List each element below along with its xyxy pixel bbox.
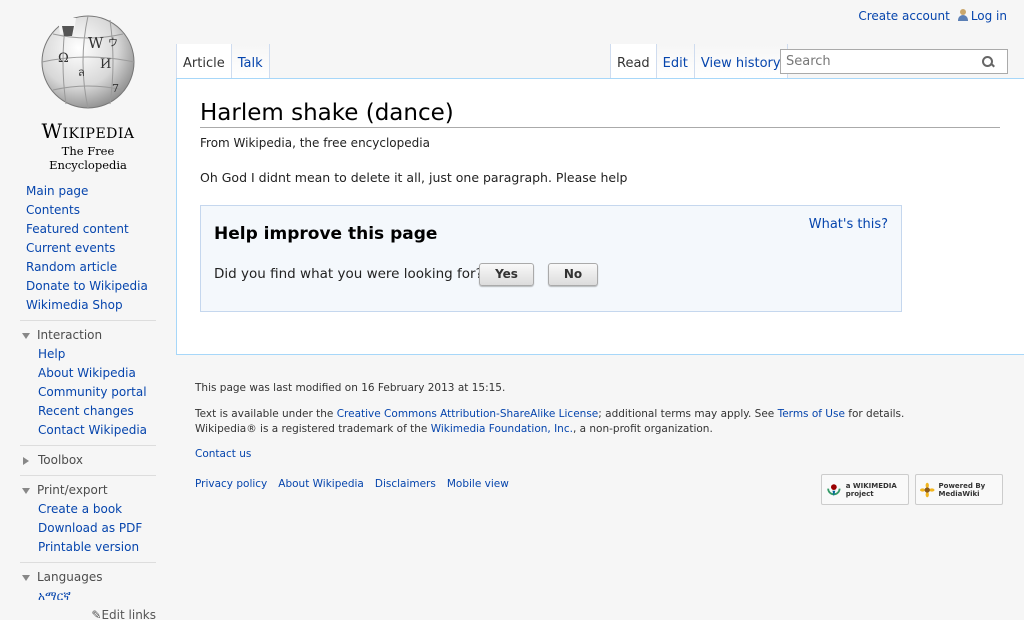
nav-main-page[interactable]: Main page — [20, 182, 156, 201]
toolbox-heading[interactable]: Toolbox — [20, 451, 156, 470]
feedback-yes-button[interactable]: Yes — [479, 263, 534, 286]
license-text: Text is available under the Creative Com… — [195, 408, 905, 420]
svg-text:Ω: Ω — [58, 51, 69, 66]
nav-printable-version[interactable]: Printable version — [20, 538, 156, 557]
login-link[interactable]: Log in — [971, 9, 1007, 23]
tab-read[interactable]: Read — [610, 44, 657, 79]
sidebar: Main page Contents Featured content Curr… — [20, 182, 156, 620]
tab-edit[interactable]: Edit — [656, 44, 695, 79]
nav-help[interactable]: Help — [20, 345, 156, 364]
last-modified-text: This page was last modified on 16 Februa… — [195, 382, 506, 394]
feedback-question: Did you find what you were looking for? — [214, 266, 483, 282]
interaction-heading[interactable]: Interaction — [20, 326, 156, 345]
namespace-tabs: Article Talk — [176, 44, 270, 79]
interaction-portal: Interaction Help About Wikipedia Communi… — [20, 320, 156, 440]
puzzle-globe-icon: W Ω И ウ 7 ล — [41, 15, 135, 109]
nav-contents[interactable]: Contents — [20, 201, 156, 220]
tab-talk[interactable]: Talk — [231, 44, 270, 79]
svg-text:ล: ล — [78, 66, 85, 79]
disclaimers-link[interactable]: Disclaimers — [375, 478, 436, 490]
toolbox-portal: Toolbox — [20, 445, 156, 470]
svg-text:W: W — [88, 34, 104, 52]
pencil-icon: ✎ — [91, 608, 102, 620]
wikimedia-logo-icon — [827, 483, 841, 496]
terms-of-use-link[interactable]: Terms of Use — [778, 408, 845, 420]
nav-download-pdf[interactable]: Download as PDF — [20, 519, 156, 538]
edit-links-button[interactable]: ✎Edit links — [20, 608, 156, 620]
whats-this-link[interactable]: What's this? — [809, 217, 888, 232]
wikimedia-foundation-link[interactable]: Wikimedia Foundation, Inc. — [431, 423, 573, 435]
collapse-arrow-icon — [22, 487, 30, 494]
wikimedia-project-badge[interactable]: a WIKIMEDIA project — [821, 474, 909, 505]
mediawiki-badge-text: Powered By MediaWiki — [938, 481, 986, 498]
site-subtitle: From Wikipedia, the free encyclopedia — [200, 136, 430, 150]
mediawiki-sunflower-icon — [920, 482, 935, 497]
contact-us-link[interactable]: Contact us — [195, 448, 251, 460]
page-title: Harlem shake (dance) — [200, 100, 1000, 128]
tab-view-history[interactable]: View history — [694, 44, 788, 79]
nav-community-portal[interactable]: Community portal — [20, 383, 156, 402]
languages-heading[interactable]: Languages — [20, 568, 156, 587]
collapse-arrow-icon — [22, 574, 30, 581]
nav-donate[interactable]: Donate to Wikipedia — [20, 277, 156, 296]
nav-featured-content[interactable]: Featured content — [20, 220, 156, 239]
print-export-heading[interactable]: Print/export — [20, 481, 156, 500]
nav-random-article[interactable]: Random article — [20, 258, 156, 277]
privacy-policy-link[interactable]: Privacy policy — [195, 478, 267, 490]
nav-current-events[interactable]: Current events — [20, 239, 156, 258]
trademark-text: Wikipedia® is a registered trademark of … — [195, 423, 713, 435]
wikipedia-logo[interactable]: W Ω И ウ 7 ล Wikipedia The Free Encyclope… — [24, 12, 152, 172]
user-icon — [957, 9, 968, 21]
language-link-amharic[interactable]: አማርኛ — [20, 587, 156, 606]
svg-text:ウ: ウ — [108, 37, 118, 49]
search-icon[interactable] — [977, 51, 999, 73]
feedback-panel: Help improve this page What's this? Did … — [200, 205, 902, 312]
tab-article[interactable]: Article — [176, 44, 232, 79]
feedback-heading: Help improve this page — [214, 224, 438, 244]
nav-about-wikipedia[interactable]: About Wikipedia — [20, 364, 156, 383]
nav-contact-wikipedia[interactable]: Contact Wikipedia — [20, 421, 156, 440]
collapse-arrow-icon — [22, 332, 30, 339]
svg-text:7: 7 — [112, 82, 119, 95]
languages-portal: Languages አማርኛ ✎Edit links — [20, 562, 156, 620]
wikipedia-tagline: The Free Encyclopedia — [49, 144, 127, 172]
expand-arrow-icon — [23, 456, 29, 465]
search-input[interactable] — [781, 50, 977, 73]
wikipedia-wordmark: Wikipedia — [41, 119, 135, 143]
wikimedia-badge-text: a WIKIMEDIA project — [845, 481, 897, 498]
powered-by-mediawiki-badge[interactable]: Powered By MediaWiki — [915, 474, 1003, 505]
nav-recent-changes[interactable]: Recent changes — [20, 402, 156, 421]
about-wikipedia-link[interactable]: About Wikipedia — [278, 478, 364, 490]
feedback-no-button[interactable]: No — [548, 263, 598, 286]
article-body: Oh God I didnt mean to delete it all, ju… — [200, 170, 628, 185]
search-box — [780, 49, 1008, 74]
navigation-portal: Main page Contents Featured content Curr… — [20, 182, 156, 315]
personal-tools: Create account Log in — [858, 9, 1007, 23]
print-export-portal: Print/export Create a book Download as P… — [20, 475, 156, 557]
content-area: Harlem shake (dance) From Wikipedia, the… — [176, 78, 1024, 355]
svg-text:И: И — [100, 57, 111, 72]
nav-wikimedia-shop[interactable]: Wikimedia Shop — [20, 296, 156, 315]
cc-license-link[interactable]: Creative Commons Attribution-ShareAlike … — [337, 408, 599, 420]
mobile-view-link[interactable]: Mobile view — [447, 478, 509, 490]
view-tabs: Read Edit View history — [610, 44, 788, 79]
nav-create-book[interactable]: Create a book — [20, 500, 156, 519]
create-account-link[interactable]: Create account — [858, 9, 950, 23]
